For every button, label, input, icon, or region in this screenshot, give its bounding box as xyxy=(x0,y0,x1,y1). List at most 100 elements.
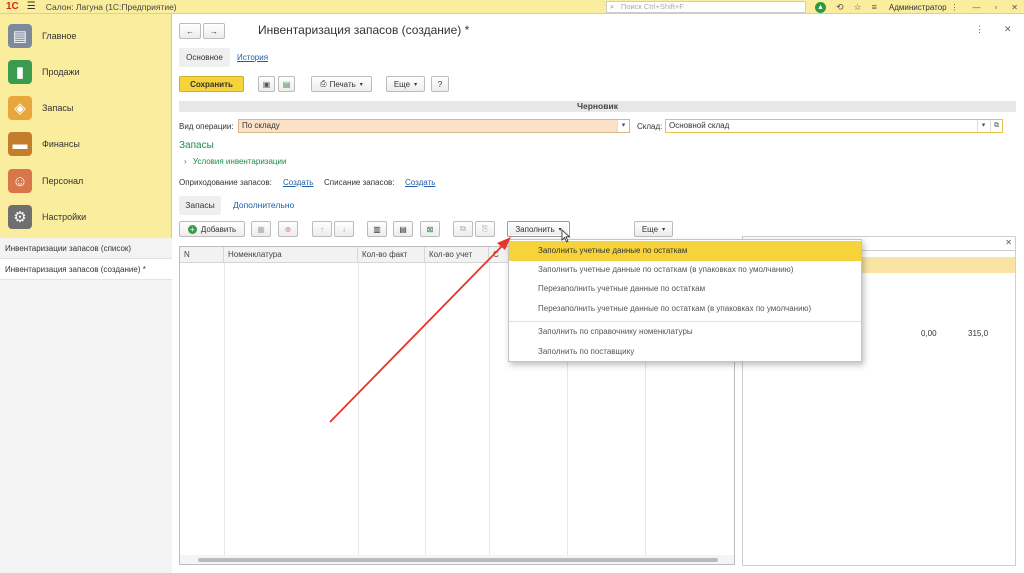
open-window-item[interactable]: Инвентаризации запасов (список) xyxy=(0,238,172,259)
clear-search-icon[interactable]: ✕ xyxy=(1005,238,1012,247)
warehouse-field[interactable]: Основной склад ▾ ⧉ xyxy=(665,119,1003,133)
fill-label: Заполнить xyxy=(515,224,555,234)
save-icon-button[interactable]: ▣ xyxy=(258,76,275,92)
close-icon[interactable]: ✕ xyxy=(1011,3,1018,12)
chevron-down-icon[interactable]: ▾ xyxy=(977,120,989,132)
minimize-icon[interactable]: — xyxy=(972,3,980,12)
help-button[interactable]: ? xyxy=(431,76,449,92)
maximize-icon[interactable]: ▫ xyxy=(994,3,997,12)
notifications-icon[interactable]: ▲ xyxy=(815,1,826,13)
close-form-icon[interactable]: ✕ xyxy=(1004,24,1012,35)
tab-history[interactable]: История xyxy=(237,53,268,62)
plus-icon: + xyxy=(187,224,197,234)
add-row-button[interactable]: + Добавить xyxy=(179,221,245,237)
sidebar-item-label: Финансы xyxy=(42,139,80,149)
move-down-button[interactable]: ↓ xyxy=(334,221,354,237)
sidebar-item-stock[interactable]: ◈ Запасы xyxy=(0,90,172,126)
arrow-left-icon: ← xyxy=(186,26,194,36)
sidebar-item-settings[interactable]: ⚙ Настройки xyxy=(0,199,172,235)
open-window-item-active[interactable]: Инвентаризация запасов (создание) * xyxy=(0,259,172,280)
app-logo[interactable]: 1С xyxy=(6,1,19,12)
column-divider xyxy=(224,263,225,555)
search-icon: ⌕ xyxy=(610,2,615,11)
column-divider xyxy=(489,263,490,555)
finance-icon: ▬ xyxy=(8,132,32,156)
sidebar-item-label: Главное xyxy=(42,31,77,41)
copy-icon: ▦ xyxy=(257,224,265,234)
conditions-group[interactable]: › Условия инвентаризации xyxy=(184,157,286,166)
column-header-n[interactable]: N xyxy=(180,247,224,263)
writeoff-label: Списание запасов: xyxy=(324,178,395,187)
sidebar-item-main[interactable]: ▤ Главное xyxy=(0,18,172,54)
add-label: Добавить xyxy=(200,224,237,234)
warehouse-label: Склад: xyxy=(637,122,663,131)
subtab-stock[interactable]: Запасы xyxy=(179,196,221,215)
select-items-icon: ▤ xyxy=(399,224,407,234)
receipt-create-link[interactable]: Создать xyxy=(283,178,313,187)
sidebar: ▤ Главное ▮ Продажи ◈ Запасы ▬ Финансы ☺… xyxy=(0,14,172,573)
table-more-button[interactable]: Еще ▾ xyxy=(634,221,673,237)
copy-row-button[interactable]: ▦ xyxy=(251,221,271,237)
settings-icon[interactable]: ⋮ xyxy=(950,3,958,12)
more-label: Еще xyxy=(393,79,411,89)
app-title: Салон: Лагуна (1С:Предприятие) xyxy=(45,1,177,12)
warehouse-value: Основной склад xyxy=(669,121,730,130)
menu-item-fill-by-supplier[interactable]: Заполнить по поставщику xyxy=(509,342,861,362)
column-divider xyxy=(425,263,426,555)
forward-button[interactable]: → xyxy=(203,23,225,39)
menu-item-refill-remains-packs[interactable]: Перезаполнить учетные данные по остаткам… xyxy=(509,299,861,319)
column-header-qty-fact[interactable]: Кол-во факт xyxy=(358,247,425,263)
user-name[interactable]: Администратор xyxy=(889,3,947,12)
status-badge: Черновик xyxy=(179,101,1016,112)
column-divider xyxy=(358,263,359,555)
column-header-item[interactable]: Номенклатура xyxy=(224,247,358,263)
menu-item-fill-remains-packs[interactable]: Заполнить учетные данные по остаткам (в … xyxy=(509,260,861,280)
menu-item-fill-by-catalog[interactable]: Заполнить по справочнику номенклатуры xyxy=(509,322,861,342)
delete-icon: ⊗ xyxy=(284,224,292,234)
sidebar-item-staff[interactable]: ☺ Персонал xyxy=(0,163,172,199)
sidebar-item-label: Настройки xyxy=(42,212,87,222)
barcode-button[interactable]: ▥ xyxy=(367,221,387,237)
chevron-down-icon[interactable]: ▾ xyxy=(617,120,629,132)
conditions-link[interactable]: Условия инвентаризации xyxy=(193,157,287,166)
select-button[interactable]: ▤ xyxy=(393,221,413,237)
table-more-label: Еще xyxy=(641,224,659,234)
printer-icon: ⎙ xyxy=(320,79,327,88)
delete-row-button[interactable]: ⊗ xyxy=(278,221,298,237)
subtab-additional[interactable]: Дополнительно xyxy=(233,200,294,210)
more-button[interactable]: Еще ▾ xyxy=(386,76,425,92)
paste-rows-button[interactable]: ⎘ xyxy=(475,221,495,237)
chevron-down-icon: ▾ xyxy=(414,81,418,88)
more-options-icon[interactable]: ⋮ xyxy=(975,24,984,35)
save-button[interactable]: Сохранить xyxy=(179,76,244,92)
sidebar-item-sales[interactable]: ▮ Продажи xyxy=(0,54,172,90)
menu-item-fill-remains[interactable]: Заполнить учетные данные по остаткам xyxy=(509,241,861,261)
chevron-down-icon: ▾ xyxy=(359,81,363,88)
user-icon[interactable]: ≡ xyxy=(872,2,877,12)
writeoff-create-link[interactable]: Создать xyxy=(405,178,435,187)
global-search-input[interactable]: ⌕ Поиск Ctrl+Shift+F xyxy=(606,1,806,13)
sidebar-item-finance[interactable]: ▬ Финансы xyxy=(0,126,172,162)
horizontal-scrollbar[interactable] xyxy=(180,555,734,564)
back-button[interactable]: ← xyxy=(179,23,201,39)
tab-main[interactable]: Основное xyxy=(179,48,230,67)
history-icon[interactable]: ⟲ xyxy=(836,2,844,13)
open-link-icon[interactable]: ⧉ xyxy=(990,120,1002,132)
sales-icon: ▮ xyxy=(8,60,32,84)
settings-gear-icon: ⚙ xyxy=(8,205,32,229)
column-header-qty-book[interactable]: Кол-во учет xyxy=(425,247,489,263)
operation-field[interactable]: По складу ▾ xyxy=(238,119,630,133)
sidebar-item-label: Продажи xyxy=(42,67,80,77)
arrow-down-icon: ↓ xyxy=(342,224,346,234)
excel-button[interactable]: ⊠ xyxy=(420,221,440,237)
scrollbar-thumb[interactable] xyxy=(198,558,718,562)
post-document-icon: ▤ xyxy=(282,79,291,89)
move-up-button[interactable]: ↑ xyxy=(312,221,332,237)
post-icon-button[interactable]: ▤ xyxy=(278,76,295,92)
copy-rows-button[interactable]: ⧉ xyxy=(453,221,473,237)
favorites-star-icon[interactable]: ☆ xyxy=(854,2,862,13)
hamburger-menu-icon[interactable]: ☰ xyxy=(27,1,36,12)
copy-rows-icon: ⧉ xyxy=(460,224,466,233)
print-button[interactable]: ⎙ Печать ▾ xyxy=(311,76,372,92)
menu-item-refill-remains[interactable]: Перезаполнить учетные данные по остаткам xyxy=(509,279,861,299)
